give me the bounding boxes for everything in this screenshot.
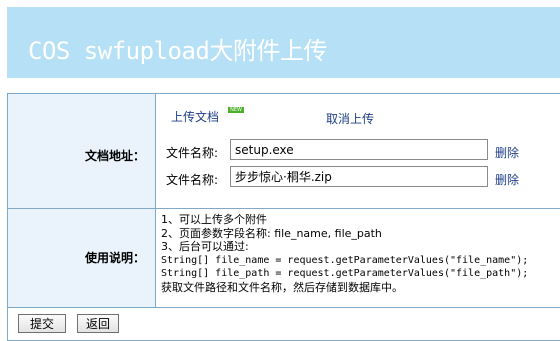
file-name-label: 文件名称: — [166, 146, 219, 160]
delete-file-link[interactable]: 删除 — [495, 171, 519, 188]
instructions-label-cell: 使用说明： — [8, 209, 156, 307]
new-badge-icon: NEW — [228, 107, 244, 113]
upload-form: 文档地址： 上传文档 NEW 取消上传 文件名称: 删除 文件名称: 删除 使用… — [7, 93, 560, 341]
instruction-line: 3、后台可以通过: — [161, 240, 249, 253]
document-address-label-cell: 文档地址： — [8, 94, 156, 208]
cancel-upload-link[interactable]: 取消上传 — [326, 110, 374, 127]
document-address-row: 文档地址： 上传文档 NEW 取消上传 文件名称: 删除 文件名称: 删除 — [8, 94, 560, 209]
instruction-line: 获取文件路径和文件名称，然后存储到数据库中。 — [161, 280, 403, 294]
instructions-label: 使用说明： — [84, 251, 145, 265]
document-address-label: 文档地址： — [84, 149, 145, 163]
instruction-line: 1、可以上传多个附件 — [161, 213, 267, 226]
instructions-row: 使用说明： 1、可以上传多个附件 2、页面参数字段名称: file_name, f… — [8, 209, 560, 308]
submit-button[interactable]: 提交 — [18, 314, 66, 333]
instruction-code-line: String[] file_name = request.getParamete… — [161, 254, 529, 266]
file-name-field[interactable] — [230, 166, 488, 187]
instruction-line: 2、页面参数字段名称: file_name, file_path — [161, 226, 382, 240]
back-button[interactable]: 返回 — [77, 314, 119, 333]
page-title: COS swfupload大附件上传 — [28, 37, 327, 65]
upload-document-link[interactable]: 上传文档 — [171, 108, 219, 125]
delete-file-link[interactable]: 删除 — [495, 144, 519, 161]
page-header-banner: COS swfupload大附件上传 — [7, 7, 560, 78]
file-name-field[interactable] — [230, 139, 488, 160]
instruction-code-line: String[] file_path = request.getParamete… — [161, 268, 529, 279]
file-name-label: 文件名称: — [166, 173, 219, 187]
instructions-text: 1、可以上传多个附件 2、页面参数字段名称: file_name, file_pa… — [161, 213, 528, 294]
